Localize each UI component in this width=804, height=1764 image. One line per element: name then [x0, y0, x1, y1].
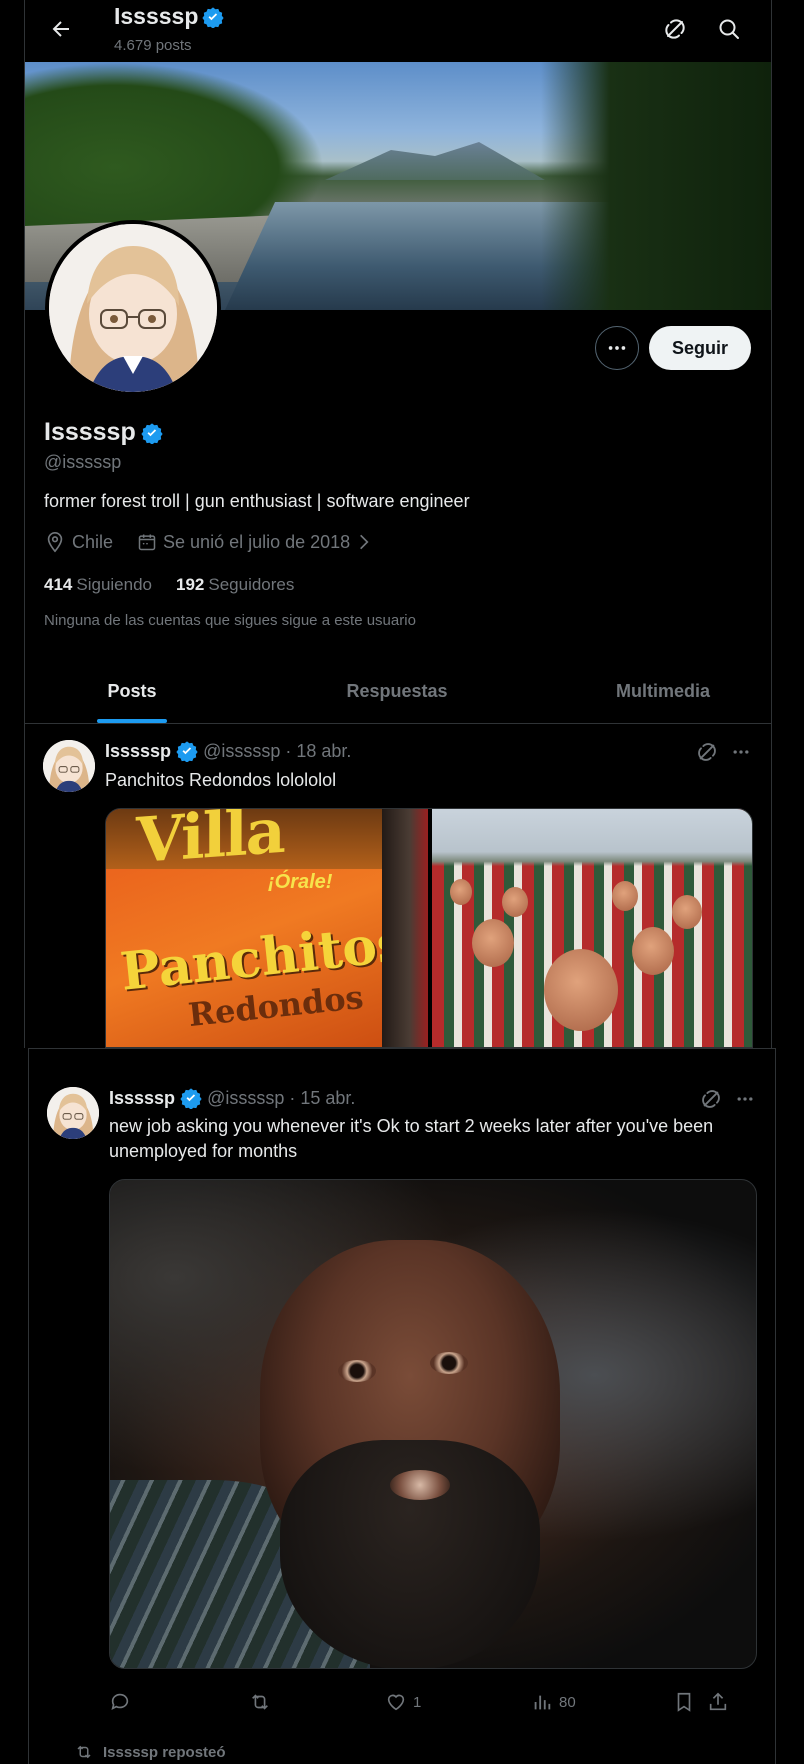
profile-column: Isssssp 4.679 posts Seguir Isssssp @isss…	[24, 0, 772, 1048]
chevron-right-icon[interactable]	[356, 532, 372, 552]
chips-brand-text: Villa	[136, 809, 284, 878]
crowd-image[interactable]	[432, 809, 752, 1047]
verified-badge-icon	[180, 1088, 202, 1109]
anime-avatar-illustration	[47, 1087, 99, 1139]
repost-indicator: Isssssp reposteó	[75, 1743, 226, 1761]
profile-handle: @isssssp	[44, 452, 122, 472]
tab-posts[interactable]: Posts	[25, 660, 239, 723]
reply-icon	[111, 1693, 129, 1710]
followers-stat[interactable]: 192 Seguidores	[176, 575, 294, 595]
share-icon	[709, 1692, 727, 1711]
grok-button[interactable]	[693, 738, 721, 766]
views-chart-icon	[534, 1695, 551, 1710]
post-avatar[interactable]	[43, 740, 95, 792]
profile-name: Isssssp	[44, 418, 163, 447]
post-header: Isssssp @isssssp · 15 abr.	[109, 1087, 355, 1109]
post-media: Villa ¡Órale! Panchitos Redondos	[105, 808, 753, 1048]
grok-button[interactable]	[697, 1085, 725, 1113]
profile-avatar[interactable]	[45, 220, 221, 396]
more-dots-icon	[737, 1097, 753, 1101]
tab-respuestas[interactable]: Respuestas	[239, 660, 555, 723]
back-button[interactable]	[41, 9, 81, 49]
anime-avatar-illustration	[43, 740, 95, 792]
repost-button[interactable]	[249, 1691, 385, 1713]
search-button[interactable]	[709, 9, 749, 49]
verified-badge-icon[interactable]	[141, 422, 163, 444]
search-icon	[719, 19, 739, 39]
post-actions: 1 80	[109, 1687, 759, 1717]
more-options-button[interactable]	[595, 326, 639, 370]
post-more-button[interactable]	[727, 738, 755, 766]
bookmark-button[interactable]	[673, 1691, 707, 1713]
repost-icon	[77, 1745, 91, 1759]
following-stat[interactable]: 414 Siguiendo	[44, 575, 152, 595]
verified-badge-icon	[202, 6, 225, 28]
bookmark-icon	[677, 1692, 691, 1712]
header-name: Isssssp	[114, 3, 225, 30]
followers-you-know-note: Ninguna de las cuentas que sigues sigue …	[44, 612, 416, 629]
banner-trees-right	[541, 62, 771, 310]
tab-multimedia[interactable]: Multimedia	[555, 660, 771, 723]
more-dots-icon	[733, 750, 749, 754]
profile-tabs: Posts Respuestas Multimedia	[25, 660, 771, 724]
profile-stats: 414 Siguiendo 192 Seguidores	[44, 575, 294, 595]
header-posts-count: 4.679 posts	[114, 37, 192, 54]
top-bar: Isssssp 4.679 posts	[25, 0, 771, 62]
reaction-gif[interactable]	[109, 1179, 757, 1669]
profile-location: Chile	[72, 531, 114, 552]
reply-button[interactable]	[109, 1691, 249, 1713]
post-text: Panchitos Redondos lolololol	[105, 770, 337, 790]
post-more-button[interactable]	[731, 1085, 759, 1113]
like-count: 1	[413, 1693, 422, 1711]
post-text: new job asking you whenever it's Ok to s…	[109, 1116, 714, 1161]
calendar-icon	[138, 534, 156, 551]
grok-icon	[665, 19, 685, 39]
repost-icon	[252, 1694, 268, 1710]
feed-column: Isssssp @isssssp · 15 abr. new job askin…	[28, 1048, 776, 1764]
post-avatar[interactable]	[47, 1087, 99, 1139]
post-header: Isssssp @isssssp · 18 abr.	[105, 740, 351, 762]
banner-mountains	[325, 142, 545, 180]
location-icon	[47, 532, 63, 553]
bottle-shape	[382, 809, 428, 1047]
grok-button[interactable]	[655, 9, 695, 49]
active-tab-indicator	[97, 719, 167, 723]
heart-icon	[387, 1694, 405, 1711]
views-button[interactable]: 80	[531, 1691, 673, 1713]
back-arrow-icon	[52, 21, 69, 37]
profile-meta: Chile Se unió el julio de 2018	[44, 531, 372, 553]
share-button[interactable]	[707, 1691, 737, 1713]
verified-badge-icon	[176, 741, 198, 762]
grok-icon	[702, 1090, 720, 1108]
like-button[interactable]: 1	[385, 1691, 531, 1713]
views-count: 80	[559, 1693, 576, 1711]
anime-avatar-illustration	[49, 224, 217, 392]
grok-icon	[698, 743, 716, 761]
chips-bag-image[interactable]: Villa ¡Órale! Panchitos Redondos	[106, 809, 428, 1047]
profile-joined[interactable]: Se unió el julio de 2018	[163, 532, 350, 553]
chips-tag-text: ¡Órale!	[268, 871, 333, 893]
profile-bio: former forest troll | gun enthusiast | s…	[44, 491, 470, 511]
more-dots-icon	[608, 346, 626, 350]
follow-button[interactable]: Seguir	[649, 326, 751, 370]
